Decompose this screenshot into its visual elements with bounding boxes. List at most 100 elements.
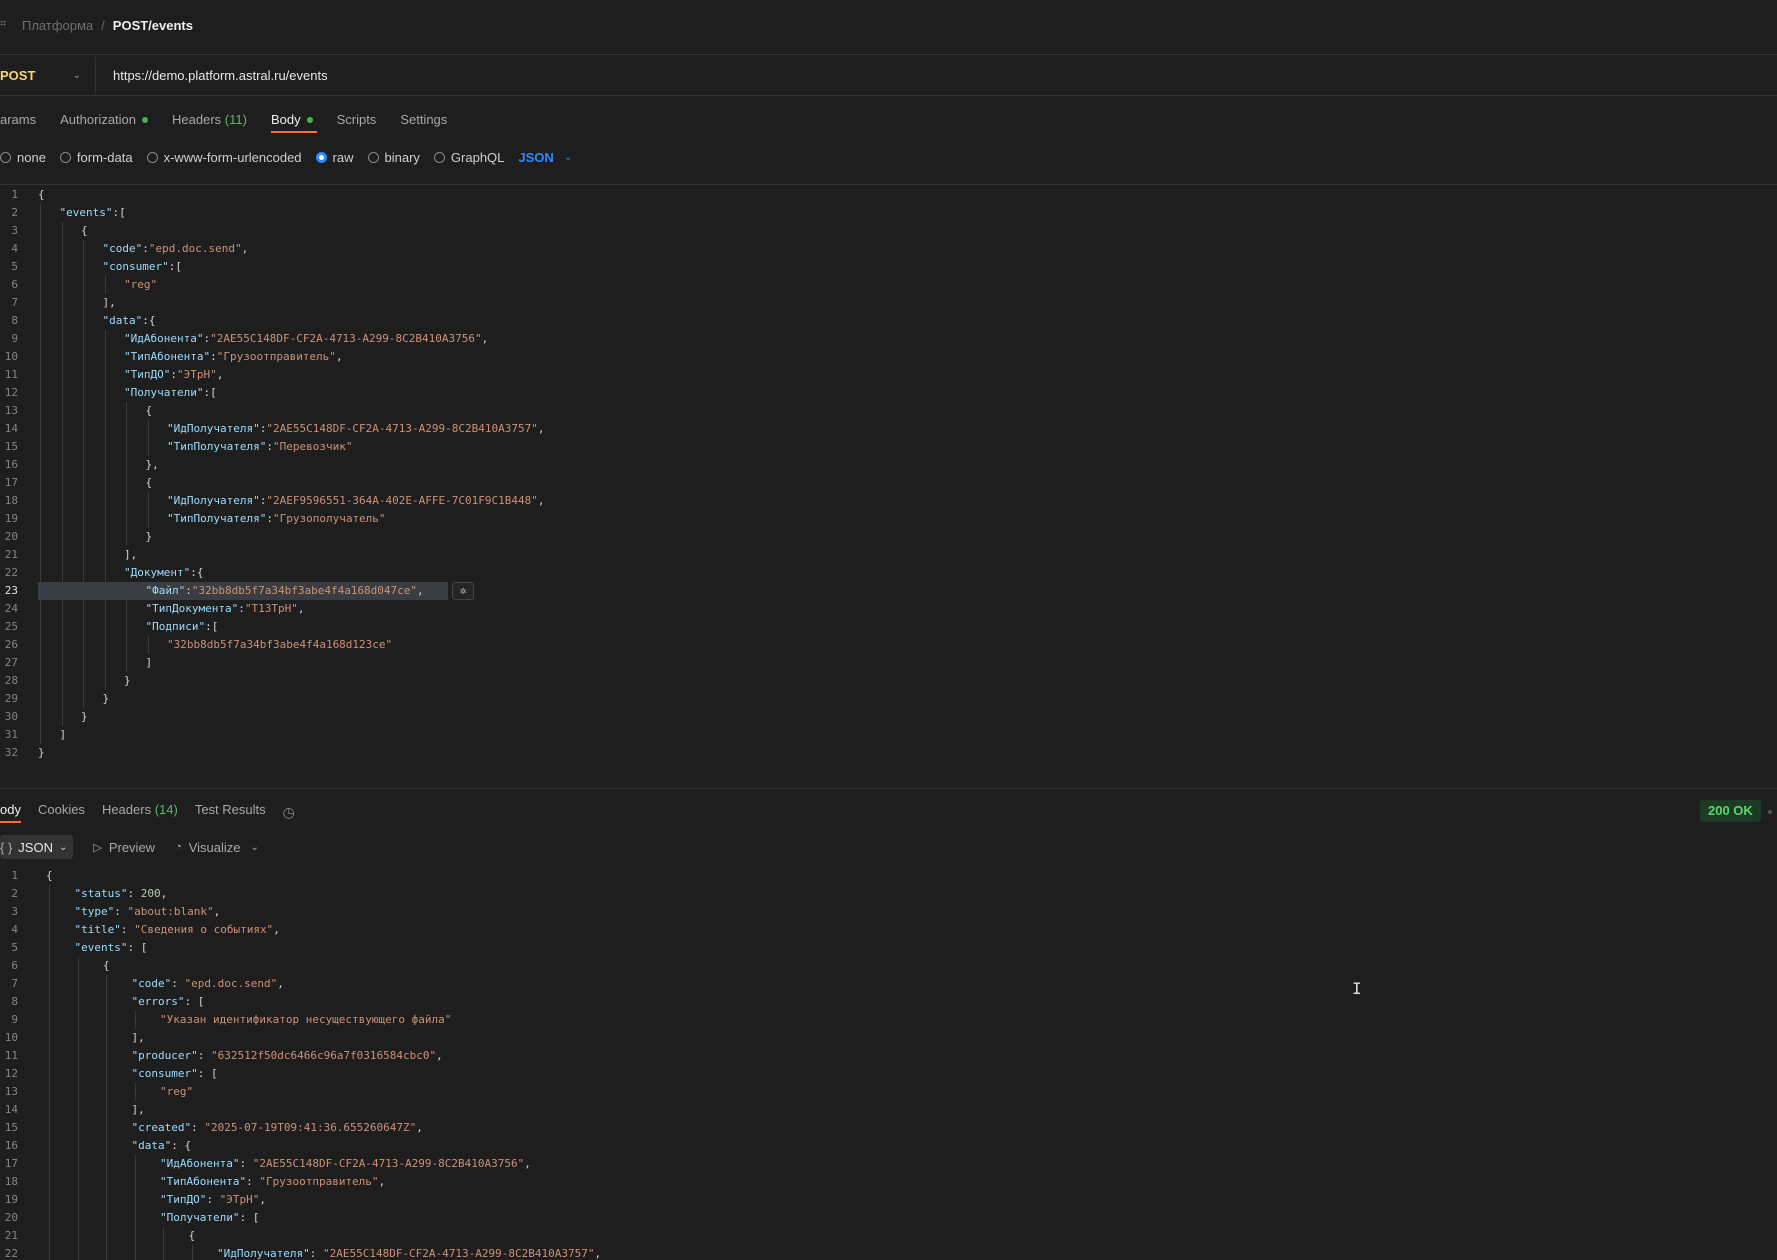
- indent-guide: [83, 240, 84, 258]
- json-punctuation: }: [38, 746, 45, 759]
- json-punctuation: ,: [537, 422, 545, 435]
- indent-guide: [126, 456, 127, 474]
- indent-guide: [104, 330, 106, 348]
- line-number: 9: [11, 332, 18, 345]
- radio-icon[interactable]: [146, 151, 158, 163]
- breadcrumb-current[interactable]: POST/events: [113, 18, 193, 33]
- code-line: 30}: [0, 708, 1777, 726]
- indent-guide: [126, 492, 127, 510]
- indent-guide: [40, 348, 41, 366]
- history-icon[interactable]: ◷: [283, 804, 295, 821]
- code-line: 10],: [0, 1029, 1777, 1047]
- indent-guide: [134, 1227, 136, 1245]
- indent-guide: [134, 1209, 136, 1227]
- json-string: "Сведения о событиях": [134, 923, 274, 936]
- indent-guide: [49, 1065, 50, 1083]
- indent-guide: [49, 1227, 50, 1245]
- indent-guide: [61, 708, 63, 726]
- chevron-down-icon[interactable]: ⌄: [564, 152, 572, 163]
- body-mode-none[interactable]: none: [0, 150, 46, 165]
- json-string: "Грузоотправитель": [216, 350, 336, 363]
- response-tabs: ody Cookies Headers (14) Test Results ◷: [0, 801, 295, 823]
- code-line: 14],: [0, 1101, 1777, 1119]
- visualize-button[interactable]: ◔ Visualize ⌄: [175, 840, 259, 855]
- url-input[interactable]: https://demo.platform.astral.ru/events: [113, 68, 328, 83]
- indent-guide: [104, 546, 106, 564]
- json-string: "Грузоотправитель": [259, 1175, 379, 1188]
- json-punctuation: :: [185, 584, 192, 597]
- radio-icon[interactable]: [0, 151, 11, 163]
- chevron-down-icon[interactable]: ⌄: [251, 842, 259, 853]
- line-number: 1: [11, 188, 18, 201]
- body-format-select[interactable]: JSON: [518, 150, 553, 165]
- indent-guide: [83, 402, 84, 420]
- indent-guide: [77, 993, 79, 1011]
- body-mode-raw[interactable]: raw: [315, 150, 354, 165]
- request-tab-authorization[interactable]: Authorization: [60, 111, 149, 133]
- json-key: "events": [74, 941, 128, 954]
- code-text: "events": [: [75, 939, 148, 957]
- line-number: 3: [11, 224, 18, 237]
- json-key: "type": [74, 905, 115, 918]
- request-tab-label: Authorization: [60, 111, 137, 127]
- code-line: 15 "ТипПолучателя":"Перевозчик": [0, 438, 1777, 456]
- indent-guide: [49, 1119, 50, 1137]
- response-tab-cookies[interactable]: Cookies: [38, 802, 85, 823]
- body-mode-graphql[interactable]: GraphQL: [433, 150, 504, 165]
- request-tab-arams[interactable]: arams: [0, 112, 36, 133]
- code-text: }: [103, 690, 110, 708]
- method-select[interactable]: POST ⌄: [0, 57, 96, 93]
- code-line: 21 {: [0, 1227, 1777, 1245]
- response-format-select[interactable]: { } JSON ⌄: [0, 835, 74, 859]
- json-punctuation: ,: [594, 1247, 602, 1260]
- indent-guide: [49, 1155, 50, 1173]
- indent-guide: [104, 654, 106, 672]
- indent-guide: [61, 528, 63, 546]
- indent-guide: [61, 456, 63, 474]
- body-mode-binary[interactable]: binary: [367, 150, 420, 165]
- indent-guide: [147, 492, 149, 510]
- code-line: 31]: [0, 726, 1777, 744]
- radio-icon[interactable]: [367, 151, 379, 163]
- indent-guide: [106, 1011, 107, 1029]
- ai-assist-icon[interactable]: ✲: [452, 582, 474, 600]
- request-tab-settings[interactable]: Settings: [400, 112, 447, 133]
- response-tab-test-results[interactable]: Test Results: [195, 802, 266, 823]
- code-line: 15 "created": "2025-07-19T09:41:36.655260…: [0, 1119, 1777, 1137]
- json-string: "Перевозчик": [272, 440, 353, 453]
- response-tab-count: (14): [154, 801, 178, 817]
- request-tab-body[interactable]: Body: [270, 112, 317, 133]
- indent-guide: [83, 366, 84, 384]
- preview-button[interactable]: ▷ Preview: [93, 840, 155, 855]
- code-text: }: [146, 528, 153, 546]
- indent-guide: [40, 510, 41, 528]
- line-number: 22: [4, 566, 18, 579]
- indent-guide: [104, 402, 106, 420]
- indent-guide: [61, 312, 63, 330]
- code-line: 1{: [0, 867, 1777, 885]
- indent-guide: [83, 492, 84, 510]
- indent-guide: [40, 438, 41, 456]
- code-line: 18 "ТипАбонента": "Грузоотправитель",: [0, 1173, 1777, 1191]
- radio-icon[interactable]: [315, 151, 327, 163]
- request-tab-headers[interactable]: Headers (11): [172, 112, 247, 133]
- response-body-viewer[interactable]: 1{2 "status": 200, 3 "type": "about:blank",…: [0, 867, 1777, 1260]
- json-punctuation: }: [145, 530, 153, 543]
- response-tab-ody[interactable]: ody: [0, 802, 21, 823]
- indent-guide: [40, 708, 41, 726]
- radio-icon[interactable]: [433, 151, 445, 163]
- code-text: "ТипДО":"ЭТрН",: [124, 366, 223, 384]
- request-body-editor[interactable]: 1{2 "events":[3{4 "code":"epd.doc.send", 5 "…: [0, 186, 1777, 762]
- status-badge[interactable]: 200 OK: [1700, 800, 1761, 822]
- request-tab-scripts[interactable]: Scripts: [337, 112, 377, 133]
- body-mode-x-www-form-urlencoded[interactable]: x-www-form-urlencoded: [146, 150, 302, 165]
- json-key: "Получатели": [160, 1211, 240, 1224]
- indent-guide: [40, 402, 41, 420]
- radio-icon[interactable]: [59, 151, 71, 163]
- json-punctuation: :[: [112, 206, 126, 219]
- breadcrumb-parent[interactable]: Платформа: [22, 18, 93, 33]
- json-key: "data": [102, 314, 143, 327]
- pane-divider[interactable]: [0, 788, 1777, 789]
- response-tab-headers[interactable]: Headers (14): [102, 802, 178, 823]
- body-mode-form-data[interactable]: form-data: [59, 150, 133, 165]
